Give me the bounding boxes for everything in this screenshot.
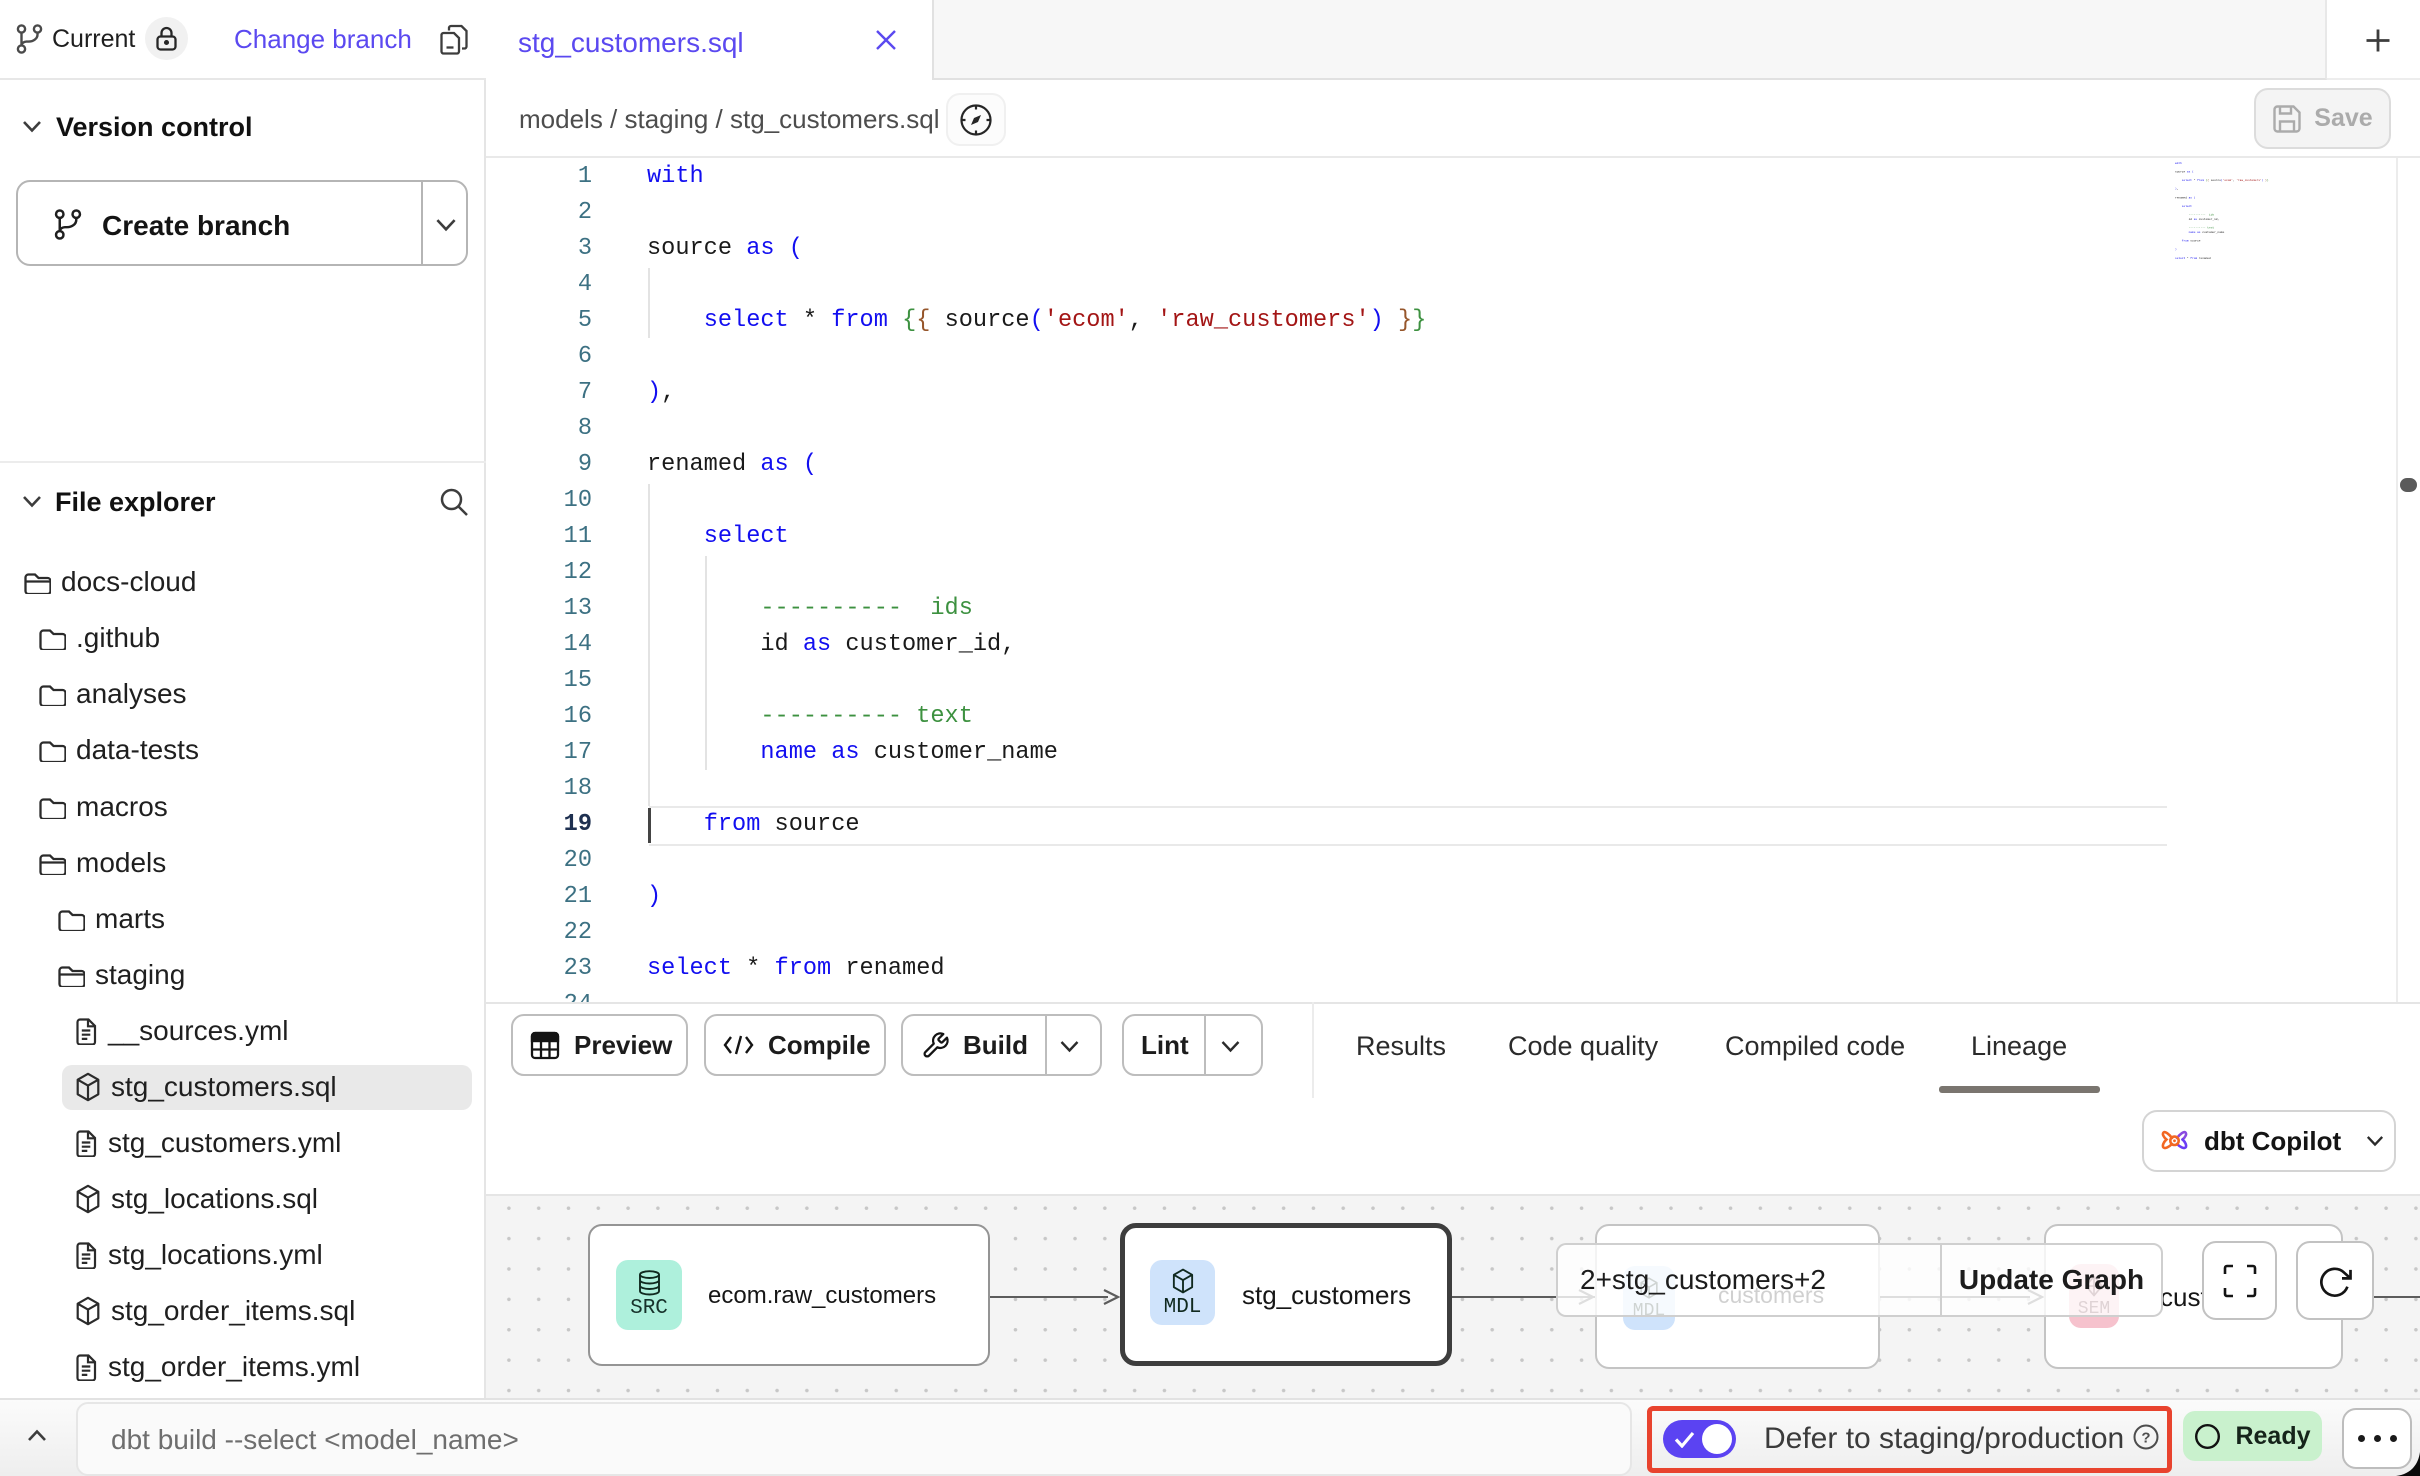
svg-text:?: ? bbox=[2141, 1430, 2150, 1447]
